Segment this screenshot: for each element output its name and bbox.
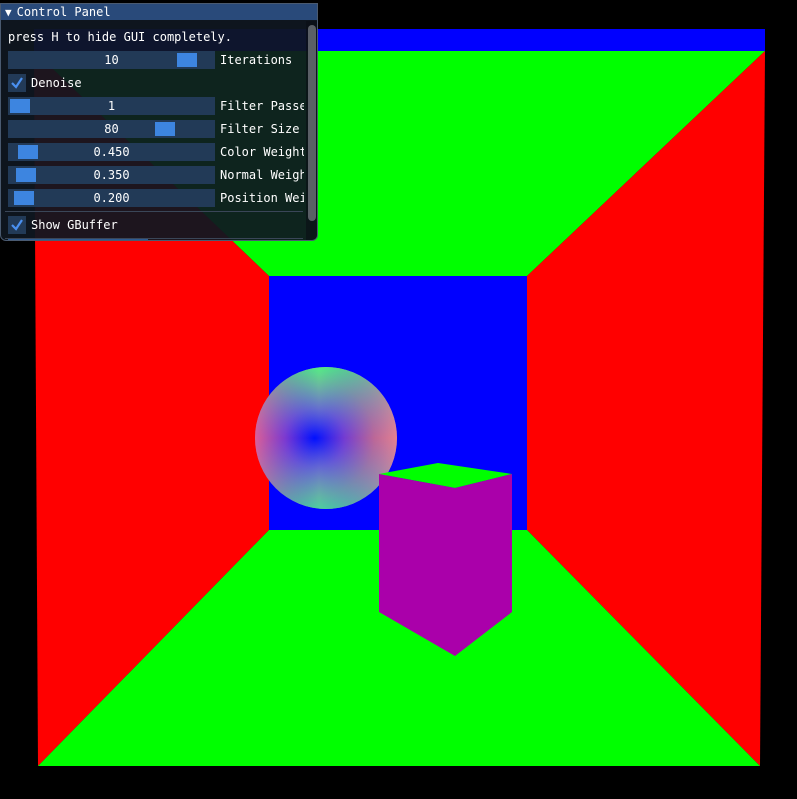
slider-label: Filter Passe bbox=[220, 99, 304, 113]
collapse-triangle-icon[interactable]: ▼ bbox=[5, 6, 12, 19]
slider-value: 0.200 bbox=[93, 191, 130, 205]
checkmark-icon bbox=[11, 219, 23, 231]
panel-content: press H to hide GUI completely. 10 Itera… bbox=[1, 21, 304, 240]
filter-size-slider[interactable]: 80 bbox=[8, 120, 215, 138]
slider-value: 0.350 bbox=[93, 168, 130, 182]
panel-scrollbar[interactable] bbox=[306, 21, 317, 240]
slider-value: 10 bbox=[104, 53, 119, 67]
show-gbuffer-row[interactable]: Show GBuffer bbox=[8, 216, 304, 234]
color-weight-slider[interactable]: 0.450 bbox=[8, 143, 215, 161]
slider-value: 80 bbox=[104, 122, 119, 136]
denoise-row[interactable]: Denoise bbox=[8, 74, 304, 92]
hide-gui-hint: press H to hide GUI completely. bbox=[8, 30, 232, 44]
denoise-label: Denoise bbox=[31, 76, 82, 90]
control-panel: ▼ Control Panel press H to hide GUI compl… bbox=[0, 3, 318, 241]
filter-passes-row: 1 Filter Passe bbox=[8, 97, 304, 115]
iterations-slider[interactable]: 10 bbox=[8, 51, 215, 69]
show-gbuffer-checkbox[interactable] bbox=[8, 216, 26, 234]
filter-passes-slider[interactable]: 1 bbox=[8, 97, 215, 115]
separator bbox=[5, 211, 303, 212]
denoise-checkbox[interactable] bbox=[8, 74, 26, 92]
slider-label: Filter Size bbox=[220, 122, 300, 136]
slider-label: Position Wei bbox=[220, 191, 304, 205]
slider-label: Color Weight bbox=[220, 145, 304, 159]
show-gbuffer-label: Show GBuffer bbox=[31, 218, 118, 232]
normal-weight-row: 0.350 Normal Weigh bbox=[8, 166, 304, 184]
slider-label: Normal Weigh bbox=[220, 168, 304, 182]
slider-value: 1 bbox=[107, 99, 116, 113]
slider-label: Iterations bbox=[220, 53, 293, 67]
panel-title: Control Panel bbox=[16, 5, 111, 19]
filter-size-row: 80 Filter Size bbox=[8, 120, 304, 138]
position-weight-slider[interactable]: 0.200 bbox=[8, 189, 215, 207]
sphere bbox=[255, 367, 397, 509]
checkmark-icon bbox=[11, 77, 23, 89]
position-weight-row: 0.200 Position Wei bbox=[8, 189, 304, 207]
slider-value: 0.450 bbox=[93, 145, 130, 159]
normal-weight-slider[interactable]: 0.350 bbox=[8, 166, 215, 184]
iterations-row: 10 Iterations bbox=[8, 51, 304, 69]
scrollbar-thumb[interactable] bbox=[308, 25, 316, 221]
color-weight-row: 0.450 Color Weight bbox=[8, 143, 304, 161]
panel-titlebar[interactable]: ▼ Control Panel bbox=[1, 4, 317, 20]
next-widget-peek bbox=[8, 239, 148, 240]
